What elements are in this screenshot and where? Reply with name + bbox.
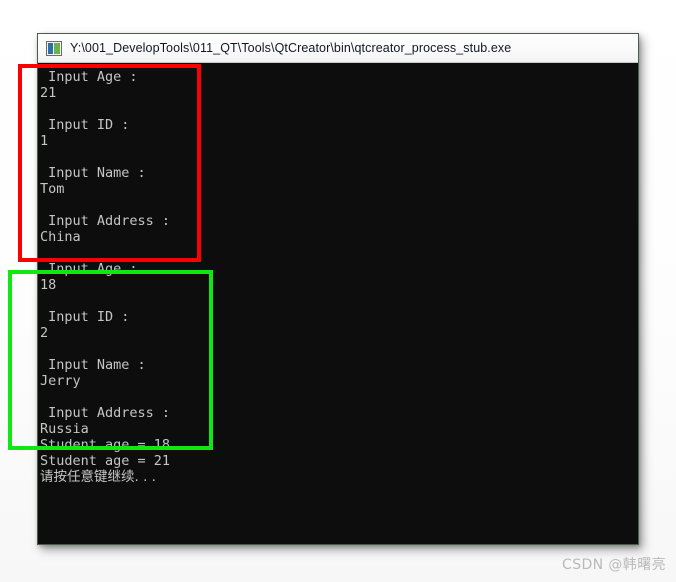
- console-line: Student age = 18: [40, 437, 171, 453]
- console-line: Input Age :: [40, 69, 146, 85]
- window-title-bar[interactable]: Y:\001_DevelopTools\011_QT\Tools\QtCreat…: [38, 34, 638, 63]
- console-line: Input Name :: [40, 165, 154, 181]
- watermark-text: CSDN @韩曙亮: [562, 557, 666, 573]
- console-line: 21: [40, 85, 57, 101]
- console-window[interactable]: Y:\001_DevelopTools\011_QT\Tools\QtCreat…: [37, 33, 639, 545]
- console-line: Tom: [40, 181, 65, 197]
- console-line: Input ID :: [40, 117, 138, 133]
- console-line: 18: [40, 277, 57, 293]
- console-output-area[interactable]: Input Age : 21 Input ID : 1 Input Name :…: [38, 64, 638, 544]
- window-title-text: Y:\001_DevelopTools\011_QT\Tools\QtCreat…: [70, 41, 512, 55]
- console-line: Jerry: [40, 373, 81, 389]
- console-line: 1: [40, 133, 49, 149]
- console-line: Input Age :: [40, 261, 146, 277]
- console-line-press-any-key: 请按任意键继续. . .: [40, 469, 156, 485]
- console-line: Input Address :: [40, 405, 179, 421]
- console-line: China: [40, 229, 81, 245]
- console-line: Russia: [40, 421, 89, 437]
- console-app-icon: [46, 40, 62, 56]
- console-line: Input Address :: [40, 213, 179, 229]
- console-line: Input ID :: [40, 309, 138, 325]
- console-line: Student age = 21: [40, 453, 171, 469]
- console-line: Input Name :: [40, 357, 154, 373]
- console-line: 2: [40, 325, 49, 341]
